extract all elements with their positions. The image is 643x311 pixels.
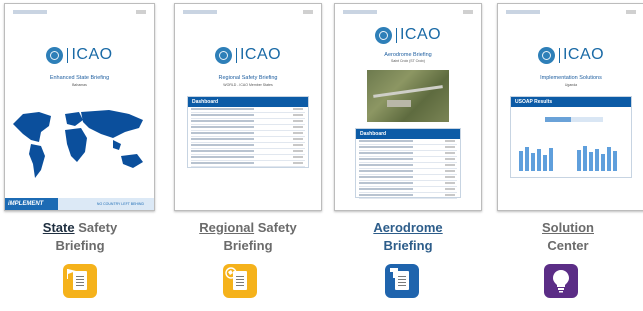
- icao-emblem-icon: [214, 46, 232, 64]
- dashboard-panel: Dashboard: [187, 96, 309, 168]
- card-title: Aerodrome Briefing: [384, 52, 432, 58]
- solution-center-link[interactable]: Solution Center: [493, 219, 643, 255]
- card-header-strip: [506, 10, 636, 14]
- document-icon: [233, 271, 247, 290]
- icao-logo: ICAO: [5, 46, 154, 64]
- icao-emblem-icon: [537, 46, 555, 64]
- logo-text: ICAO: [239, 46, 282, 63]
- label-underlined: State: [42, 220, 75, 235]
- card-subtitle: WORLD - ICAO Member States: [223, 83, 273, 87]
- label-rest: Safety: [74, 220, 118, 235]
- label-line2: Briefing: [383, 238, 433, 253]
- aerodrome-briefing-icon[interactable]: [385, 264, 419, 298]
- card-title: Regional Safety Briefing: [218, 75, 278, 81]
- card-title: Enhanced State Briefing: [49, 75, 110, 81]
- bar-chart-thumbnail: [519, 146, 617, 171]
- card-header-strip: [13, 10, 146, 14]
- results-header: USOAP Results: [511, 97, 631, 107]
- world-map-image: [13, 110, 143, 178]
- logo-text: ICAO: [562, 46, 605, 63]
- regional-safety-briefing-link[interactable]: Regional Safety Briefing: [173, 219, 323, 255]
- summary-bar: [545, 117, 603, 122]
- implement-brand: iMPLEMENT: [5, 198, 58, 210]
- footer-tagline: NO COUNTRY LEFT BEHIND: [96, 202, 144, 206]
- aerodrome-briefing-link[interactable]: Aerodrome Briefing: [333, 219, 483, 255]
- icao-emblem-icon: [374, 26, 392, 44]
- label-underlined: Solution: [542, 220, 594, 235]
- label-line2: Briefing: [223, 238, 273, 253]
- state-briefing-icon[interactable]: [63, 264, 97, 298]
- logo-text: ICAO: [71, 46, 113, 63]
- document-icon: [395, 271, 409, 290]
- regional-briefing-icon[interactable]: [223, 264, 257, 298]
- card-subtitle: Bahamas: [72, 83, 87, 87]
- solution-center-icon[interactable]: [544, 264, 578, 298]
- footer-band: iMPLEMENT NO COUNTRY LEFT BEHIND: [5, 198, 154, 210]
- logo-text: ICAO: [399, 26, 442, 43]
- regional-briefing-card[interactable]: ICAO Regional Safety Briefing WORLD - IC…: [174, 3, 322, 211]
- icao-logo: ICAO: [335, 26, 481, 44]
- state-briefing-card[interactable]: ICAO Enhanced State Briefing Bahamas iMP…: [4, 3, 155, 211]
- card-title: Implementation Solutions: [540, 75, 602, 81]
- icao-logo: ICAO: [175, 46, 321, 64]
- card-header-strip: [183, 10, 313, 14]
- lightbulb-icon: [553, 270, 569, 293]
- document-icon: [73, 271, 87, 290]
- label-underlined: Aerodrome: [373, 220, 443, 235]
- dashboard-panel: Dashboard: [355, 128, 461, 199]
- card-header-strip: [343, 10, 473, 14]
- card-subtitle: Uganda: [564, 83, 578, 87]
- aerodrome-briefing-card[interactable]: ICAO Aerodrome Briefing Saint Croix (ST …: [334, 3, 482, 211]
- label-rest: Safety: [254, 220, 297, 235]
- label-line2: Briefing: [55, 238, 105, 253]
- dashboard-header: Dashboard: [188, 97, 308, 107]
- label-line2: Center: [547, 238, 589, 253]
- label-underlined: Regional: [199, 220, 255, 235]
- icao-emblem-icon: [46, 46, 64, 64]
- solution-center-card[interactable]: ICAO Implementation Solutions Uganda USO…: [497, 3, 643, 211]
- results-panel: USOAP Results: [510, 96, 632, 178]
- aerial-photo-image: [367, 70, 449, 122]
- dashboard-header: Dashboard: [356, 129, 460, 139]
- state-safety-briefing-link[interactable]: State Safety Briefing: [5, 219, 155, 255]
- icao-logo: ICAO: [498, 46, 643, 64]
- card-subtitle: Saint Croix (ST Croix): [391, 59, 425, 63]
